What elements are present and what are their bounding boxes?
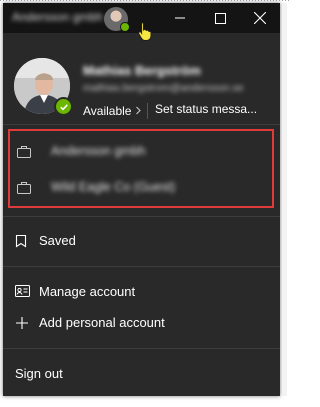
divider [3, 216, 280, 217]
divider [3, 124, 280, 125]
available-status-icon [54, 97, 73, 116]
chevron-right-icon [135, 104, 142, 118]
profile-email: mathias.bergstrom@andersson.se [83, 82, 244, 94]
highlight-box [8, 129, 274, 208]
manage-account-item[interactable]: Manage account [3, 278, 280, 306]
add-personal-account-label: Add personal account [39, 315, 165, 330]
title-status-dot-icon [120, 22, 130, 32]
title-window-name: Andersson gmbh [12, 10, 103, 24]
add-personal-account-item[interactable]: Add personal account [3, 309, 280, 337]
profile-name: Mathias Bergström [83, 63, 201, 78]
saved-item[interactable]: Saved [3, 227, 280, 255]
divider [3, 348, 280, 349]
status-dropdown[interactable]: Available [83, 102, 142, 120]
dotted-selection-edge [0, 0, 289, 1]
bookmark-icon [15, 234, 27, 251]
account-menu-window: Andersson gmbh Mathias Bergström mathias… [3, 3, 280, 396]
hand-cursor-icon [137, 21, 153, 46]
title-bar: Andersson gmbh [3, 3, 280, 41]
divider [3, 266, 280, 267]
saved-label: Saved [39, 233, 76, 248]
close-button[interactable] [240, 3, 280, 33]
plus-icon [15, 316, 29, 333]
scrollbar-track[interactable] [282, 3, 287, 396]
id-card-icon [15, 285, 30, 300]
maximize-button[interactable] [200, 3, 240, 33]
minimize-button[interactable] [160, 3, 200, 33]
status-divider [147, 103, 148, 119]
status-label: Available [83, 104, 132, 118]
set-status-message-button[interactable]: Set status messa... [155, 102, 257, 116]
manage-account-label: Manage account [39, 284, 136, 299]
sign-out-button[interactable]: Sign out [15, 366, 63, 381]
